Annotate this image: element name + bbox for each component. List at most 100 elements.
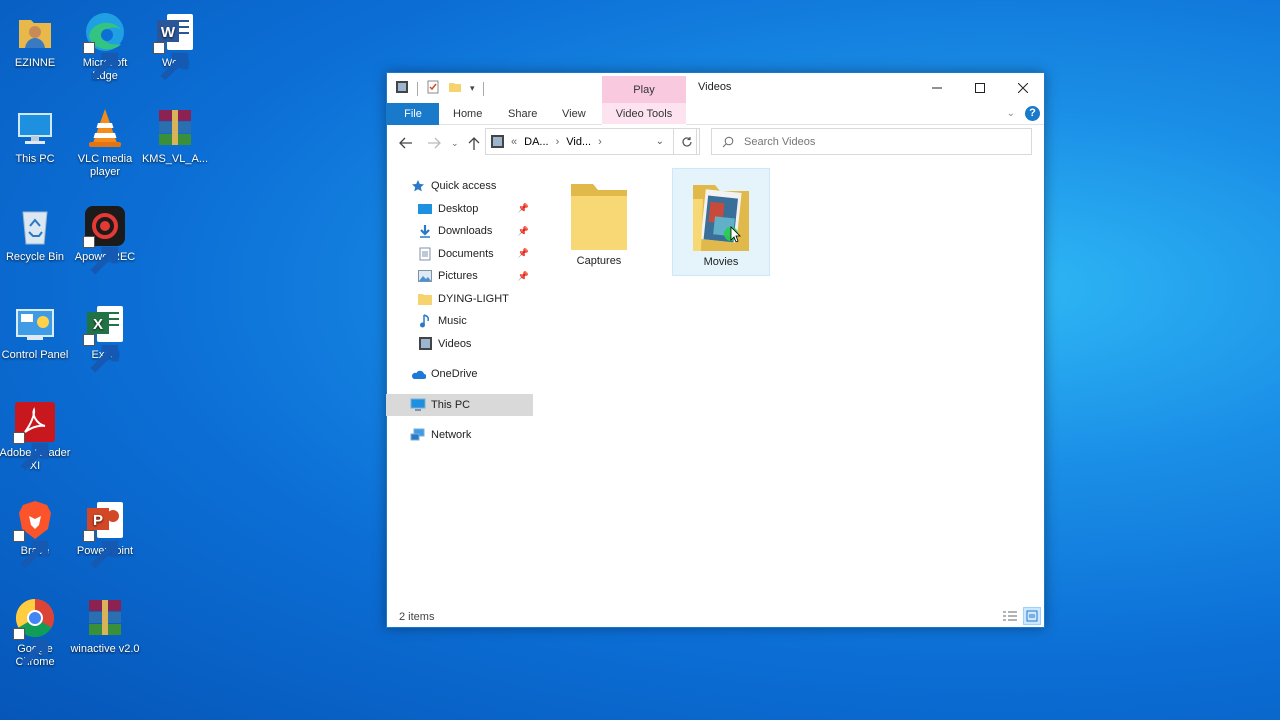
- shortcut-arrow-icon: [153, 42, 189, 81]
- desktop-icon-adobe-reader[interactable]: Adobe Reader XI: [0, 400, 71, 473]
- nav-item-downloads[interactable]: Downloads 📌: [386, 220, 533, 243]
- window-controls: [915, 73, 1044, 103]
- toolbar-separator: [417, 81, 418, 96]
- tab-file[interactable]: File: [387, 103, 439, 125]
- shortcut-arrow-icon: [83, 42, 119, 81]
- word-icon: W: [153, 10, 197, 81]
- tab-home[interactable]: Home: [453, 103, 482, 125]
- view-switcher: [1001, 607, 1041, 625]
- folder-icon: [417, 291, 433, 307]
- nav-item-documents[interactable]: Documents 📌: [386, 243, 533, 266]
- forward-arrow-icon[interactable]: [427, 137, 441, 152]
- close-button[interactable]: [1001, 73, 1044, 103]
- chrome-icon: [13, 596, 57, 667]
- desktop-icon-ezinne[interactable]: EZINNE: [0, 10, 71, 70]
- search-box[interactable]: [711, 128, 1032, 155]
- pin-icon: 📌: [517, 248, 529, 259]
- new-folder-icon[interactable]: [448, 80, 462, 97]
- up-arrow-icon[interactable]: [468, 137, 480, 154]
- desktop-icon-control-panel[interactable]: Control Panel: [0, 302, 71, 362]
- nav-item-dying-light[interactable]: DYING-LIGHT: [386, 288, 533, 311]
- contextual-tab-play[interactable]: Play: [602, 76, 686, 103]
- winrar-archive-icon: [83, 596, 127, 640]
- toolbar-separator: [482, 81, 484, 96]
- expand-ribbon-chevron-icon[interactable]: ⌄: [1007, 108, 1015, 119]
- nav-item-label: Desktop: [438, 202, 479, 215]
- desktop-icon-chrome[interactable]: Google Chrome: [0, 596, 71, 669]
- desktop-icon-kms[interactable]: KMS_VL_A...: [139, 106, 211, 166]
- desktop-icon-recycle-bin[interactable]: Recycle Bin: [0, 204, 71, 264]
- user-folder-icon: [13, 10, 57, 54]
- nav-item-label: Music: [438, 315, 467, 328]
- nav-item-this-pc[interactable]: This PC: [386, 393, 533, 416]
- refresh-icon: [681, 136, 692, 147]
- address-overflow-prefix[interactable]: «: [511, 136, 517, 148]
- desktop-icon-winactive[interactable]: winactive v2.0: [69, 596, 141, 656]
- maximize-button[interactable]: [958, 73, 1001, 103]
- address-history-dropdown-icon[interactable]: ⌄: [656, 136, 664, 147]
- nav-item-videos[interactable]: Videos: [386, 333, 533, 356]
- nav-item-label: DYING-LIGHT: [438, 292, 509, 305]
- nav-item-label: Quick access: [431, 180, 497, 193]
- tab-share[interactable]: Share: [508, 103, 537, 125]
- video-library-icon: [395, 80, 409, 97]
- refresh-button[interactable]: [673, 128, 700, 155]
- desktop-icon-label: EZINNE: [14, 57, 56, 69]
- window-title: Videos: [698, 81, 732, 93]
- desktop-icon-powerpoint[interactable]: P PowerPoint: [69, 498, 141, 569]
- search-input[interactable]: [744, 135, 1004, 148]
- minimize-button[interactable]: [915, 73, 958, 103]
- file-list: Captures Movies: [536, 168, 1045, 598]
- nav-item-label: OneDrive: [431, 368, 478, 381]
- desktop-icon-apowerrec[interactable]: ApowerREC: [69, 204, 141, 275]
- svg-text:P: P: [93, 512, 103, 529]
- details-view-button[interactable]: [1001, 607, 1019, 625]
- nav-item-label: Pictures: [438, 270, 478, 283]
- nav-item-pictures[interactable]: Pictures 📌: [386, 265, 533, 288]
- back-arrow-icon[interactable]: [399, 137, 413, 152]
- properties-icon[interactable]: [426, 80, 440, 97]
- desktop-folder-icon: [417, 201, 433, 217]
- breadcrumb-segment[interactable]: Vid...: [566, 136, 591, 148]
- desktop-icon-vlc[interactable]: VLC media player: [69, 106, 141, 179]
- winrar-archive-icon: [153, 106, 197, 150]
- nav-item-network[interactable]: Network: [386, 424, 533, 447]
- customize-toolbar-dropdown-icon[interactable]: ▾: [470, 83, 475, 94]
- ribbon-tabs: File Home Share View Video Tools ⌄ ?: [387, 103, 1044, 125]
- folder-item-captures[interactable]: Captures: [550, 168, 648, 276]
- svg-text:W: W: [161, 24, 176, 41]
- nav-item-music[interactable]: Music: [386, 310, 533, 333]
- nav-item-quick-access[interactable]: Quick access: [386, 175, 533, 198]
- details-view-icon: [1003, 611, 1017, 621]
- nav-item-label: Videos: [438, 337, 472, 350]
- tab-video-tools[interactable]: Video Tools: [602, 103, 686, 125]
- breadcrumb-chevron-icon[interactable]: ›: [556, 136, 560, 148]
- computer-icon: [13, 106, 57, 150]
- breadcrumb-chevron-icon[interactable]: ›: [598, 136, 602, 148]
- desktop-icon-label: VLC media player: [77, 153, 133, 178]
- shortcut-arrow-icon: [13, 530, 49, 569]
- large-icons-view-button[interactable]: [1023, 607, 1041, 625]
- shortcut-arrow-icon: [83, 334, 119, 373]
- recent-locations-chevron-icon[interactable]: ⌄: [451, 138, 459, 149]
- computer-icon: [410, 397, 426, 413]
- nav-item-desktop[interactable]: Desktop 📌: [386, 198, 533, 221]
- desktop-icon-edge[interactable]: Microsoft Edge: [69, 10, 141, 83]
- desktop-icon-word[interactable]: W Word: [139, 10, 211, 81]
- address-bar[interactable]: « DA... › Vid... › ⌄: [485, 128, 697, 155]
- tab-view[interactable]: View: [562, 103, 586, 125]
- desktop-icon-excel[interactable]: X Excel: [69, 302, 141, 373]
- nav-item-label: Network: [431, 429, 472, 442]
- shortcut-arrow-icon: [13, 432, 49, 471]
- nav-item-onedrive[interactable]: OneDrive: [386, 363, 533, 386]
- breadcrumb-segment[interactable]: DA...: [524, 136, 548, 148]
- desktop-icon-brave[interactable]: Brave: [0, 498, 71, 569]
- folder-item-movies[interactable]: Movies: [672, 168, 770, 276]
- title-bar[interactable]: ▾ Play Videos: [387, 73, 1044, 103]
- desktop-icon-this-pc[interactable]: This PC: [0, 106, 71, 166]
- shortcut-arrow-icon: [83, 530, 119, 569]
- video-library-icon: [417, 336, 433, 352]
- help-icon[interactable]: ?: [1025, 106, 1040, 121]
- folder-name: Captures: [576, 255, 622, 267]
- folder-name: Movies: [703, 256, 739, 268]
